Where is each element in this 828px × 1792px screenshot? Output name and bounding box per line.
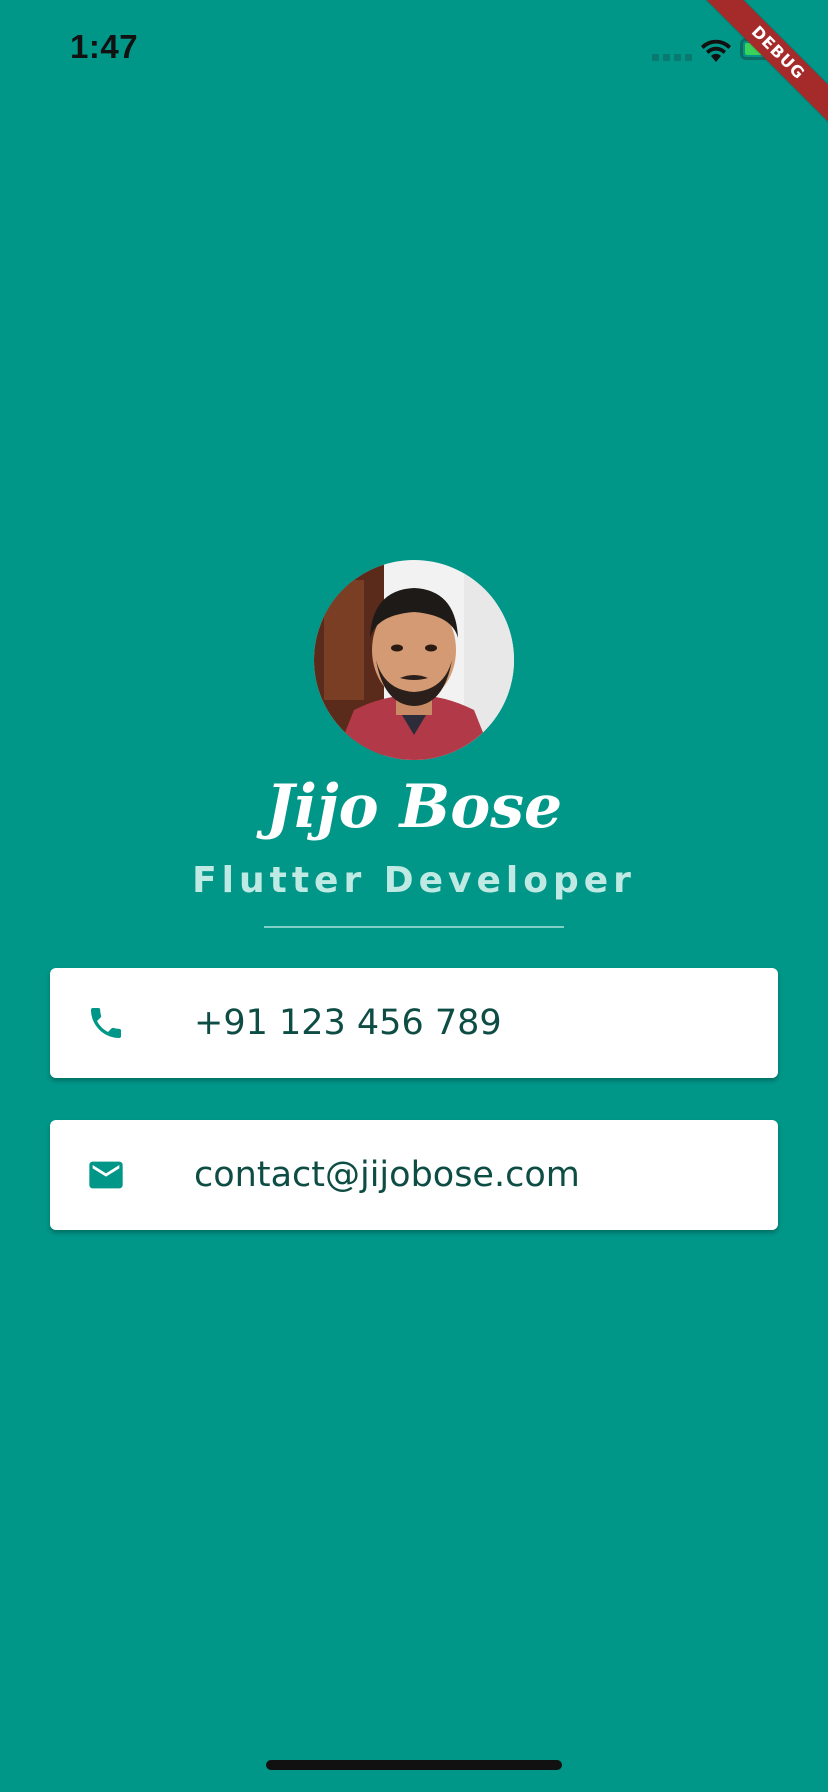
- avatar-photo: [314, 560, 514, 760]
- divider: [264, 926, 564, 928]
- phone-icon: [91, 1008, 121, 1038]
- mail-icon: [89, 1161, 123, 1189]
- avatar: [314, 560, 514, 760]
- email-address: contact@jijobose.com: [194, 1155, 580, 1195]
- status-bar: 1:47: [0, 0, 828, 100]
- phone-card[interactable]: +91 123 456 789: [50, 968, 778, 1078]
- cellular-signal-icon: [652, 54, 692, 61]
- profile-name: Jijo Bose: [265, 772, 563, 842]
- wifi-icon: [701, 39, 731, 62]
- profile-role: Flutter Developer: [192, 860, 636, 901]
- home-indicator[interactable]: [266, 1760, 562, 1770]
- phone-number: +91 123 456 789: [194, 1003, 502, 1043]
- status-time: 1:47: [70, 28, 139, 65]
- email-card[interactable]: contact@jijobose.com: [50, 1120, 778, 1230]
